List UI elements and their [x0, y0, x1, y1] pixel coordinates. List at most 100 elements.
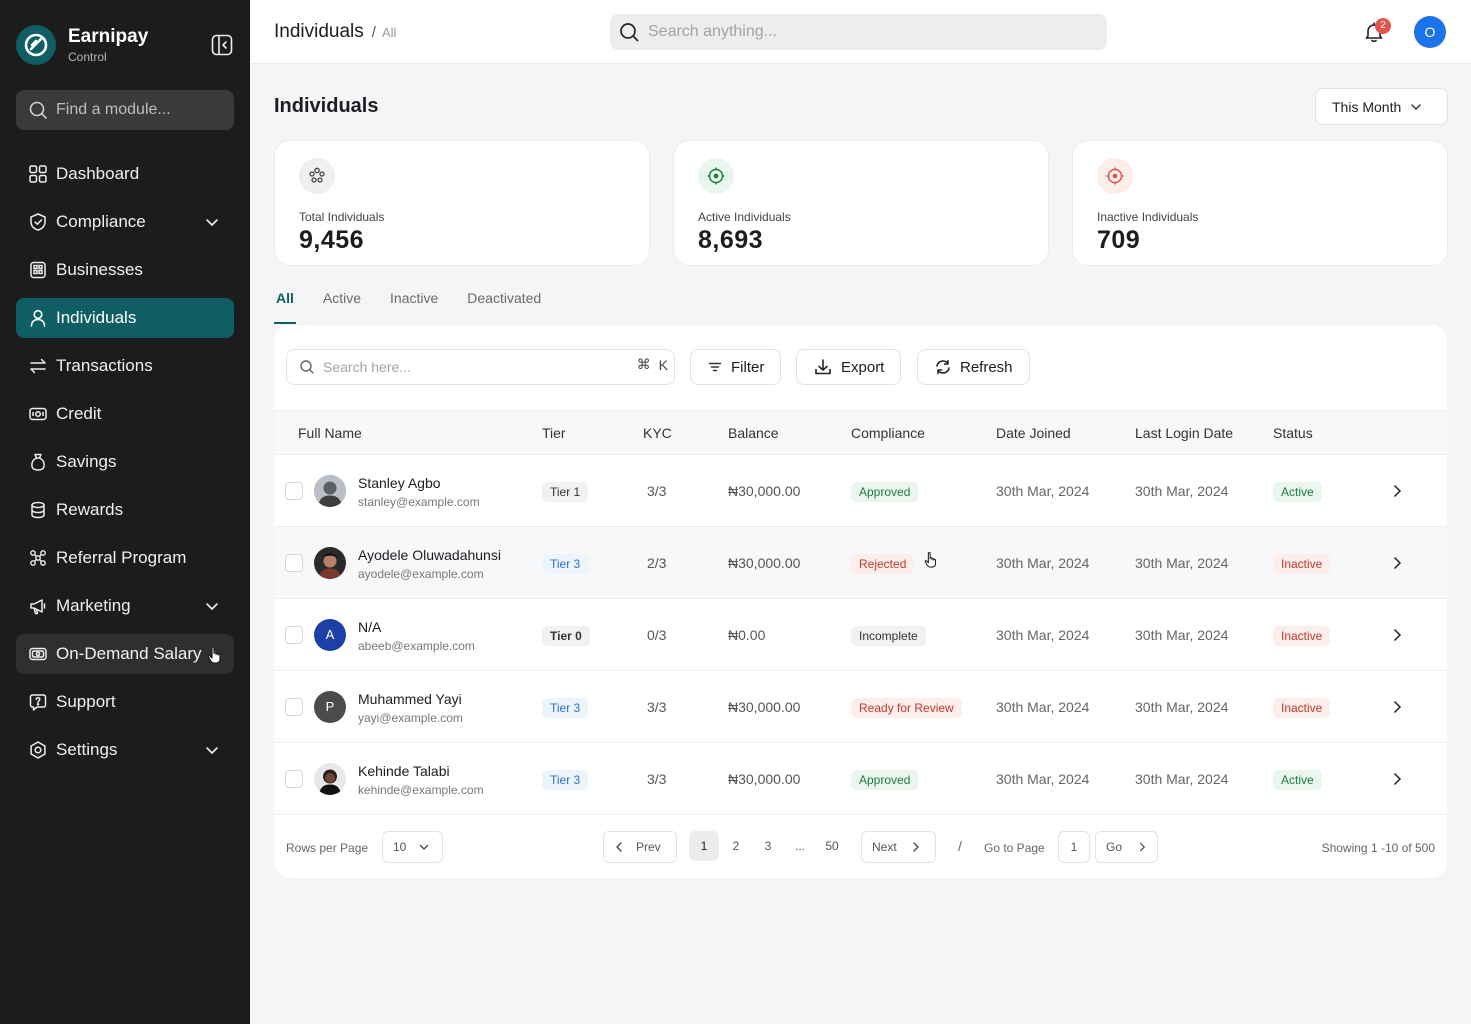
tab-inactive[interactable]: Inactive [388, 290, 440, 318]
money-icon [28, 404, 48, 424]
sidebar-item-marketing[interactable]: Marketing [16, 586, 234, 626]
page-number[interactable]: 3 [753, 831, 783, 861]
table-row[interactable]: Kehinde Talabi kehinde@example.com Tier … [274, 742, 1447, 814]
table-row[interactable]: A N/A abeeb@example.com Tier 0 0/3 ₦0.00… [274, 598, 1447, 670]
column-header[interactable]: Date Joined [996, 425, 1071, 441]
sidebar-item-individuals[interactable]: Individuals [16, 298, 234, 338]
column-header[interactable]: Compliance [851, 425, 925, 441]
chevron-down-icon[interactable] [204, 742, 220, 758]
date-joined: 30th Mar, 2024 [996, 771, 1090, 787]
individual-name[interactable]: Kehinde Talabi [358, 763, 450, 779]
tab-active[interactable]: Active [321, 290, 363, 318]
stat-value: 709 [1097, 226, 1141, 254]
go-button[interactable]: Go [1095, 831, 1158, 863]
filter-icon [708, 362, 722, 372]
global-search-input[interactable] [648, 23, 1088, 41]
global-search[interactable] [610, 14, 1107, 50]
network-icon [28, 548, 48, 568]
notification-badge: 2 [1375, 18, 1391, 34]
individual-email: ayodele@example.com [358, 567, 484, 581]
user-avatar[interactable]: O [1414, 16, 1446, 48]
table-row[interactable]: P Muhammed Yayi yayi@example.com Tier 3 … [274, 670, 1447, 742]
chevron-right-icon[interactable] [1390, 627, 1404, 643]
page-number[interactable]: 1 [689, 831, 719, 861]
column-header[interactable]: KYC [643, 425, 672, 441]
sidebar-item-credit[interactable]: Credit [16, 394, 234, 434]
user-icon [28, 308, 48, 328]
sidebar-item-businesses[interactable]: Businesses [16, 250, 234, 290]
module-search[interactable] [16, 90, 234, 130]
page-number[interactable]: 2 [721, 831, 751, 861]
next-button[interactable]: Next [861, 831, 936, 863]
go-label: Go [1106, 840, 1123, 854]
sidebar-item-support[interactable]: Support [16, 682, 234, 722]
table-row[interactable]: Stanley Agbo stanley@example.com Tier 1 … [274, 454, 1447, 526]
sidebar-item-label: Transactions [56, 356, 153, 375]
sidebar-item-rewards[interactable]: Rewards [16, 490, 234, 530]
sidebar-item-dashboard[interactable]: Dashboard [16, 154, 234, 194]
column-header[interactable]: Status [1273, 425, 1313, 441]
sidebar-item-referral-program[interactable]: Referral Program [16, 538, 234, 578]
sidebar-item-label: Support [56, 692, 116, 711]
kyc-value: 2/3 [647, 555, 667, 571]
column-header[interactable]: Balance [728, 425, 779, 441]
export-button[interactable]: Export [796, 349, 902, 385]
breadcrumb-separator: / [371, 24, 376, 41]
chevron-down-icon[interactable] [204, 598, 220, 614]
period-select[interactable]: This Month [1315, 88, 1448, 125]
individual-name[interactable]: Ayodele Oluwadahunsi [358, 547, 501, 563]
swap-icon [28, 356, 48, 376]
table-row[interactable]: Ayodele Oluwadahunsi ayodele@example.com… [274, 526, 1447, 598]
page-number[interactable]: 50 [817, 831, 847, 861]
table-header: Full Name Tier KYC Balance Compliance Da… [274, 410, 1447, 454]
chevron-right-icon[interactable] [1390, 699, 1404, 715]
tab-deactivated[interactable]: Deactivated [465, 290, 543, 318]
refresh-button[interactable]: Refresh [917, 349, 1030, 385]
column-header[interactable]: Tier [542, 425, 566, 441]
brand[interactable]: Earnipay Control [16, 25, 148, 65]
column-header[interactable]: Full Name [298, 425, 362, 441]
chevron-right-icon[interactable] [1390, 483, 1404, 499]
goto-page-input[interactable]: 1 [1058, 831, 1090, 863]
individual-email: abeeb@example.com [358, 639, 475, 653]
sidebar-item-transactions[interactable]: Transactions [16, 346, 234, 386]
help-icon [28, 692, 48, 712]
module-search-input[interactable] [56, 101, 226, 119]
sidebar-item-settings[interactable]: Settings [16, 730, 234, 770]
row-checkbox[interactable] [285, 554, 303, 572]
individual-name[interactable]: Muhammed Yayi [358, 691, 462, 707]
chevron-right-icon[interactable] [1390, 771, 1404, 787]
period-label: This Month [1332, 98, 1402, 115]
sidebar-item-label: Businesses [56, 260, 143, 279]
tier-badge: Tier 1 [542, 482, 589, 502]
chevron-down-icon[interactable] [204, 214, 220, 230]
table-search[interactable]: ⌘ K [286, 349, 675, 385]
row-checkbox[interactable] [285, 770, 303, 788]
prev-label: Prev [636, 840, 661, 854]
stat-card-active: Active Individuals 8,693 [673, 140, 1049, 266]
sidebar-item-savings[interactable]: Savings [16, 442, 234, 482]
collapse-sidebar-icon[interactable] [210, 33, 234, 57]
chevron-right-icon[interactable] [1390, 555, 1404, 571]
last-login-date: 30th Mar, 2024 [1135, 627, 1229, 643]
compliance-badge: Approved [851, 482, 919, 502]
column-header[interactable]: Last Login Date [1135, 425, 1233, 441]
rows-per-page-select[interactable]: 10 [382, 831, 443, 863]
tab-all[interactable]: All [274, 290, 296, 324]
compliance-badge: Incomplete [851, 626, 926, 646]
individual-name[interactable]: Stanley Agbo [358, 475, 441, 491]
sidebar-item-on-demand-salary[interactable]: On-Demand Salary [16, 634, 234, 674]
megaphone-icon [28, 596, 48, 616]
individual-name[interactable]: N/A [358, 619, 381, 635]
row-checkbox[interactable] [285, 482, 303, 500]
breadcrumb-section[interactable]: Individuals [274, 21, 364, 42]
prev-button[interactable]: Prev [603, 831, 677, 863]
stat-card-total: Total Individuals 9,456 [274, 140, 650, 266]
table-search-input[interactable] [323, 359, 623, 375]
filter-button[interactable]: Filter [690, 349, 782, 385]
row-checkbox[interactable] [285, 698, 303, 716]
row-checkbox[interactable] [285, 626, 303, 644]
export-label: Export [841, 358, 885, 376]
pagination-separator: / [958, 838, 962, 854]
sidebar-item-compliance[interactable]: Compliance [16, 202, 234, 242]
